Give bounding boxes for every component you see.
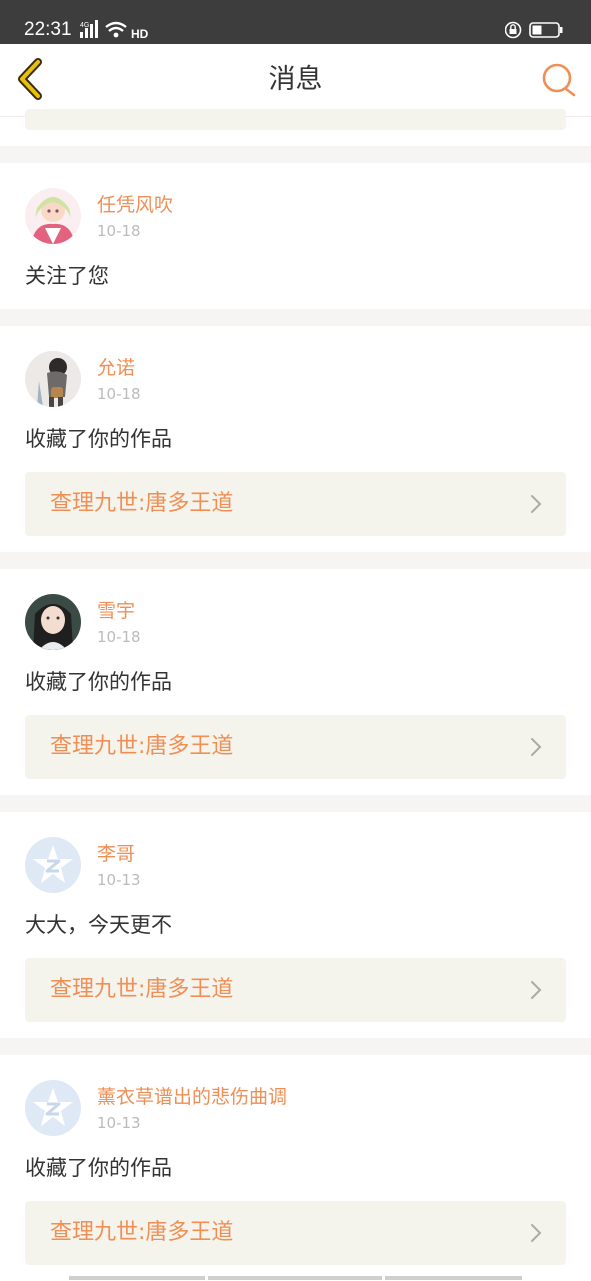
username[interactable]: 薰衣草谱出的悲伤曲调 [97,1085,287,1109]
work-title: 查理九世:唐多王道 [50,491,234,516]
page-title: 消息 [268,64,323,95]
tab-indicator-segment [385,1276,522,1280]
chevron-right-icon [531,495,542,513]
work-link[interactable]: 查理九世:唐多王道 [25,958,566,1022]
message-text: 关注了您 [25,264,109,288]
username[interactable]: 雪宇 [97,599,135,623]
username[interactable]: 任凭风吹 [97,193,173,217]
username[interactable]: 允诺 [97,356,135,380]
message-list: 任凭风吹 10-18 关注了您 允诺 10-18 收藏了你的作品 查理九世:唐多… [0,109,591,1281]
message-date: 10-18 [97,222,141,240]
signal-wifi-icons: 4G HD [80,20,149,41]
girl-with-bag-avatar-icon [25,351,81,407]
message-text: 收藏了你的作品 [25,427,172,451]
message-date: 10-13 [97,1114,141,1132]
person-photo-avatar-icon [25,594,81,650]
message-text: 大大，今天更不 [25,913,172,937]
work-title: 查理九世:唐多王道 [50,977,234,1002]
chevron-right-icon [531,981,542,999]
message-card: 允诺 10-18 收藏了你的作品 查理九世:唐多王道 [0,326,591,552]
network-type-text: 4G [80,22,89,29]
avatar[interactable] [25,837,81,893]
search-button[interactable] [541,62,577,98]
bottom-tab-indicator [0,1276,591,1280]
chevron-right-icon [531,738,542,756]
hd-text: HD [131,27,149,40]
avatar[interactable] [25,188,81,244]
chevron-right-icon [531,1224,542,1242]
message-card: 雪宇 10-18 收藏了你的作品 查理九世:唐多王道 [0,569,591,795]
message-card: 薰衣草谱出的悲伤曲调 10-13 收藏了你的作品 查理九世:唐多王道 [0,1055,591,1281]
message-date: 10-18 [97,385,141,403]
message-text: 收藏了你的作品 [25,1156,172,1180]
message-text: 收藏了你的作品 [25,670,172,694]
tab-indicator-segment [208,1276,382,1280]
avatar[interactable] [25,351,81,407]
message-card: 李哥 10-13 大大，今天更不 查理九世:唐多王道 [0,812,591,1038]
message-card: 任凭风吹 10-18 关注了您 [0,163,591,309]
default-star-avatar-icon [25,1080,81,1136]
search-icon [542,63,576,97]
avatar[interactable] [25,1080,81,1136]
tab-indicator-segment [69,1276,205,1280]
battery-lock-icons [504,21,563,39]
status-icons-left: 4G HD [80,20,152,44]
username[interactable]: 李哥 [97,842,135,866]
status-icons-right [504,20,565,44]
work-link[interactable]: 查理九世:唐多王道 [25,1201,566,1265]
status-time: 22:31 [24,19,72,40]
work-link[interactable]: 查理九世:唐多王道 [25,715,566,779]
work-link[interactable]: 查理九世:唐多王道 [25,472,566,536]
message-date: 10-13 [97,871,141,889]
default-star-avatar-icon [25,837,81,893]
work-title: 查理九世:唐多王道 [50,1220,234,1245]
message-date: 10-18 [97,628,141,646]
partial-message-card [0,109,591,146]
header: 消息 [0,44,591,117]
partial-work-link[interactable] [25,109,566,130]
anime-girl-avatar-icon [25,188,81,244]
work-title: 查理九世:唐多王道 [50,734,234,759]
status-bar: 22:31 4G HD [0,0,591,44]
avatar[interactable] [25,594,81,650]
